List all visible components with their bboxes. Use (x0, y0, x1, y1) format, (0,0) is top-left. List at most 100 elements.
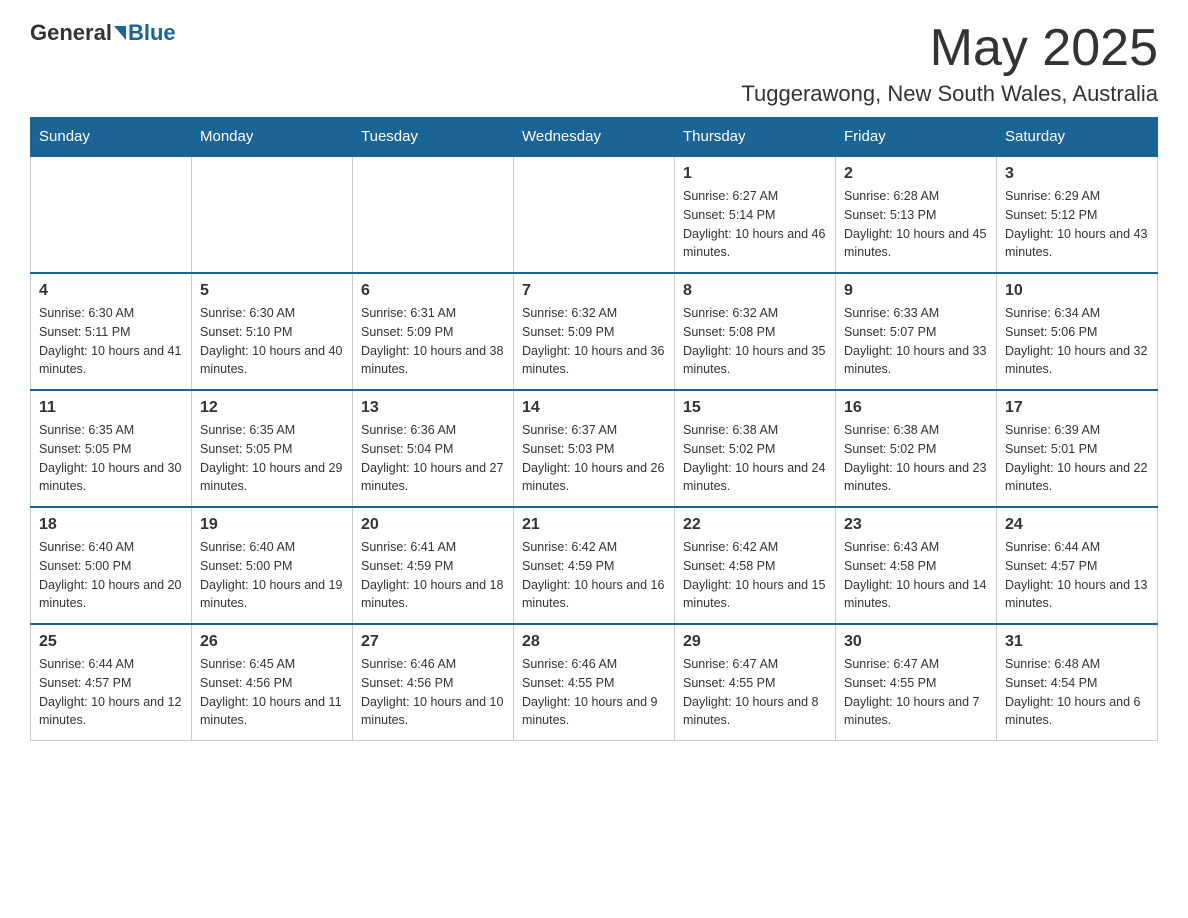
day-number-31: 31 (1005, 633, 1149, 651)
calendar-cell-15: 15 Sunrise: 6:38 AMSunset: 5:02 PMDayligh… (675, 390, 836, 507)
calendar-cell-18: 18 Sunrise: 6:40 AMSunset: 5:00 PMDayligh… (31, 507, 192, 624)
calendar-cell-empty (192, 156, 353, 273)
day-info-29: Sunrise: 6:47 AMSunset: 4:55 PMDaylight:… (683, 655, 827, 730)
day-info-25: Sunrise: 6:44 AMSunset: 4:57 PMDaylight:… (39, 655, 183, 730)
day-number-14: 14 (522, 399, 666, 417)
calendar-header-friday: Friday (836, 118, 997, 157)
calendar-cell-20: 20 Sunrise: 6:41 AMSunset: 4:59 PMDayligh… (353, 507, 514, 624)
day-number-15: 15 (683, 399, 827, 417)
calendar-header-wednesday: Wednesday (514, 118, 675, 157)
day-number-30: 30 (844, 633, 988, 651)
day-number-29: 29 (683, 633, 827, 651)
logo: General Blue (30, 20, 176, 46)
calendar-cell-22: 22Sunrise: 6:42 AMSunset: 4:58 PMDayligh… (675, 507, 836, 624)
day-info-17: Sunrise: 6:39 AMSunset: 5:01 PMDaylight:… (1005, 421, 1149, 496)
day-number-2: 2 (844, 165, 988, 183)
day-number-28: 28 (522, 633, 666, 651)
day-info-28: Sunrise: 6:46 AMSunset: 4:55 PMDaylight:… (522, 655, 666, 730)
title-section: May 2025 Tuggerawong, New South Wales, A… (741, 20, 1158, 107)
calendar-cell-17: 17 Sunrise: 6:39 AMSunset: 5:01 PMDayligh… (997, 390, 1158, 507)
day-info-4: Sunrise: 6:30 AMSunset: 5:11 PMDaylight:… (39, 304, 183, 379)
day-number-22: 22 (683, 516, 827, 534)
day-info-12: Sunrise: 6:35 AMSunset: 5:05 PMDaylight:… (200, 421, 344, 496)
calendar-week-2: 4 Sunrise: 6:30 AMSunset: 5:11 PMDaylight… (31, 273, 1158, 390)
calendar-cell-12: 12 Sunrise: 6:35 AMSunset: 5:05 PMDayligh… (192, 390, 353, 507)
day-number-13: 13 (361, 399, 505, 417)
calendar-cell-1: 1 Sunrise: 6:27 AMSunset: 5:14 PMDaylight… (675, 156, 836, 273)
calendar-week-5: 25Sunrise: 6:44 AMSunset: 4:57 PMDayligh… (31, 624, 1158, 741)
day-number-20: 20 (361, 516, 505, 534)
day-info-21: Sunrise: 6:42 AMSunset: 4:59 PMDaylight:… (522, 538, 666, 613)
calendar-header-monday: Monday (192, 118, 353, 157)
calendar-cell-25: 25Sunrise: 6:44 AMSunset: 4:57 PMDayligh… (31, 624, 192, 741)
day-number-9: 9 (844, 282, 988, 300)
calendar-cell-31: 31 Sunrise: 6:48 AMSunset: 4:54 PMDayligh… (997, 624, 1158, 741)
calendar-cell-5: 5Sunrise: 6:30 AMSunset: 5:10 PMDaylight… (192, 273, 353, 390)
day-info-6: Sunrise: 6:31 AMSunset: 5:09 PMDaylight:… (361, 304, 505, 379)
calendar-header-saturday: Saturday (997, 118, 1158, 157)
day-number-4: 4 (39, 282, 183, 300)
calendar-cell-empty (31, 156, 192, 273)
calendar-cell-27: 27Sunrise: 6:46 AMSunset: 4:56 PMDayligh… (353, 624, 514, 741)
day-number-19: 19 (200, 516, 344, 534)
day-number-1: 1 (683, 165, 827, 183)
calendar-table: SundayMondayTuesdayWednesdayThursdayFrid… (30, 117, 1158, 741)
logo-blue: Blue (128, 20, 176, 46)
day-number-6: 6 (361, 282, 505, 300)
day-number-5: 5 (200, 282, 344, 300)
day-info-20: Sunrise: 6:41 AMSunset: 4:59 PMDaylight:… (361, 538, 505, 613)
calendar-week-4: 18 Sunrise: 6:40 AMSunset: 5:00 PMDayligh… (31, 507, 1158, 624)
calendar-week-1: 1 Sunrise: 6:27 AMSunset: 5:14 PMDaylight… (31, 156, 1158, 273)
day-number-8: 8 (683, 282, 827, 300)
calendar-cell-21: 21 Sunrise: 6:42 AMSunset: 4:59 PMDayligh… (514, 507, 675, 624)
calendar-cell-26: 26 Sunrise: 6:45 AMSunset: 4:56 PMDayligh… (192, 624, 353, 741)
day-info-31: Sunrise: 6:48 AMSunset: 4:54 PMDaylight:… (1005, 655, 1149, 730)
calendar-week-3: 11Sunrise: 6:35 AMSunset: 5:05 PMDayligh… (31, 390, 1158, 507)
calendar-cell-11: 11Sunrise: 6:35 AMSunset: 5:05 PMDayligh… (31, 390, 192, 507)
day-info-3: Sunrise: 6:29 AMSunset: 5:12 PMDaylight:… (1005, 187, 1149, 262)
day-info-26: Sunrise: 6:45 AMSunset: 4:56 PMDaylight:… (200, 655, 344, 730)
day-info-30: Sunrise: 6:47 AMSunset: 4:55 PMDaylight:… (844, 655, 988, 730)
calendar-cell-6: 6 Sunrise: 6:31 AMSunset: 5:09 PMDaylight… (353, 273, 514, 390)
day-info-7: Sunrise: 6:32 AMSunset: 5:09 PMDaylight:… (522, 304, 666, 379)
page-header: General Blue May 2025 Tuggerawong, New S… (30, 20, 1158, 107)
day-info-23: Sunrise: 6:43 AMSunset: 4:58 PMDaylight:… (844, 538, 988, 613)
calendar-header-thursday: Thursday (675, 118, 836, 157)
day-info-19: Sunrise: 6:40 AMSunset: 5:00 PMDaylight:… (200, 538, 344, 613)
day-number-23: 23 (844, 516, 988, 534)
calendar-cell-24: 24Sunrise: 6:44 AMSunset: 4:57 PMDayligh… (997, 507, 1158, 624)
day-number-27: 27 (361, 633, 505, 651)
calendar-cell-8: 8 Sunrise: 6:32 AMSunset: 5:08 PMDaylight… (675, 273, 836, 390)
day-info-2: Sunrise: 6:28 AMSunset: 5:13 PMDaylight:… (844, 187, 988, 262)
day-info-18: Sunrise: 6:40 AMSunset: 5:00 PMDaylight:… (39, 538, 183, 613)
logo-general: General (30, 20, 112, 46)
day-number-3: 3 (1005, 165, 1149, 183)
day-info-10: Sunrise: 6:34 AMSunset: 5:06 PMDaylight:… (1005, 304, 1149, 379)
day-number-26: 26 (200, 633, 344, 651)
calendar-cell-4: 4 Sunrise: 6:30 AMSunset: 5:11 PMDaylight… (31, 273, 192, 390)
day-info-15: Sunrise: 6:38 AMSunset: 5:02 PMDaylight:… (683, 421, 827, 496)
calendar-cell-9: 9 Sunrise: 6:33 AMSunset: 5:07 PMDaylight… (836, 273, 997, 390)
calendar-cell-10: 10 Sunrise: 6:34 AMSunset: 5:06 PMDayligh… (997, 273, 1158, 390)
day-number-21: 21 (522, 516, 666, 534)
location-title: Tuggerawong, New South Wales, Australia (741, 81, 1158, 107)
calendar-cell-16: 16Sunrise: 6:38 AMSunset: 5:02 PMDayligh… (836, 390, 997, 507)
day-info-8: Sunrise: 6:32 AMSunset: 5:08 PMDaylight:… (683, 304, 827, 379)
calendar-cell-7: 7Sunrise: 6:32 AMSunset: 5:09 PMDaylight… (514, 273, 675, 390)
calendar-cell-13: 13Sunrise: 6:36 AMSunset: 5:04 PMDayligh… (353, 390, 514, 507)
calendar-header-sunday: Sunday (31, 118, 192, 157)
day-number-17: 17 (1005, 399, 1149, 417)
calendar-cell-28: 28 Sunrise: 6:46 AMSunset: 4:55 PMDayligh… (514, 624, 675, 741)
day-info-1: Sunrise: 6:27 AMSunset: 5:14 PMDaylight:… (683, 187, 827, 262)
day-number-12: 12 (200, 399, 344, 417)
day-number-18: 18 (39, 516, 183, 534)
calendar-cell-2: 2 Sunrise: 6:28 AMSunset: 5:13 PMDaylight… (836, 156, 997, 273)
calendar-cell-19: 19 Sunrise: 6:40 AMSunset: 5:00 PMDayligh… (192, 507, 353, 624)
day-info-11: Sunrise: 6:35 AMSunset: 5:05 PMDaylight:… (39, 421, 183, 496)
calendar-cell-empty (514, 156, 675, 273)
calendar-cell-3: 3 Sunrise: 6:29 AMSunset: 5:12 PMDaylight… (997, 156, 1158, 273)
month-title: May 2025 (741, 20, 1158, 77)
logo-arrow-icon (114, 26, 126, 40)
day-info-9: Sunrise: 6:33 AMSunset: 5:07 PMDaylight:… (844, 304, 988, 379)
day-number-10: 10 (1005, 282, 1149, 300)
